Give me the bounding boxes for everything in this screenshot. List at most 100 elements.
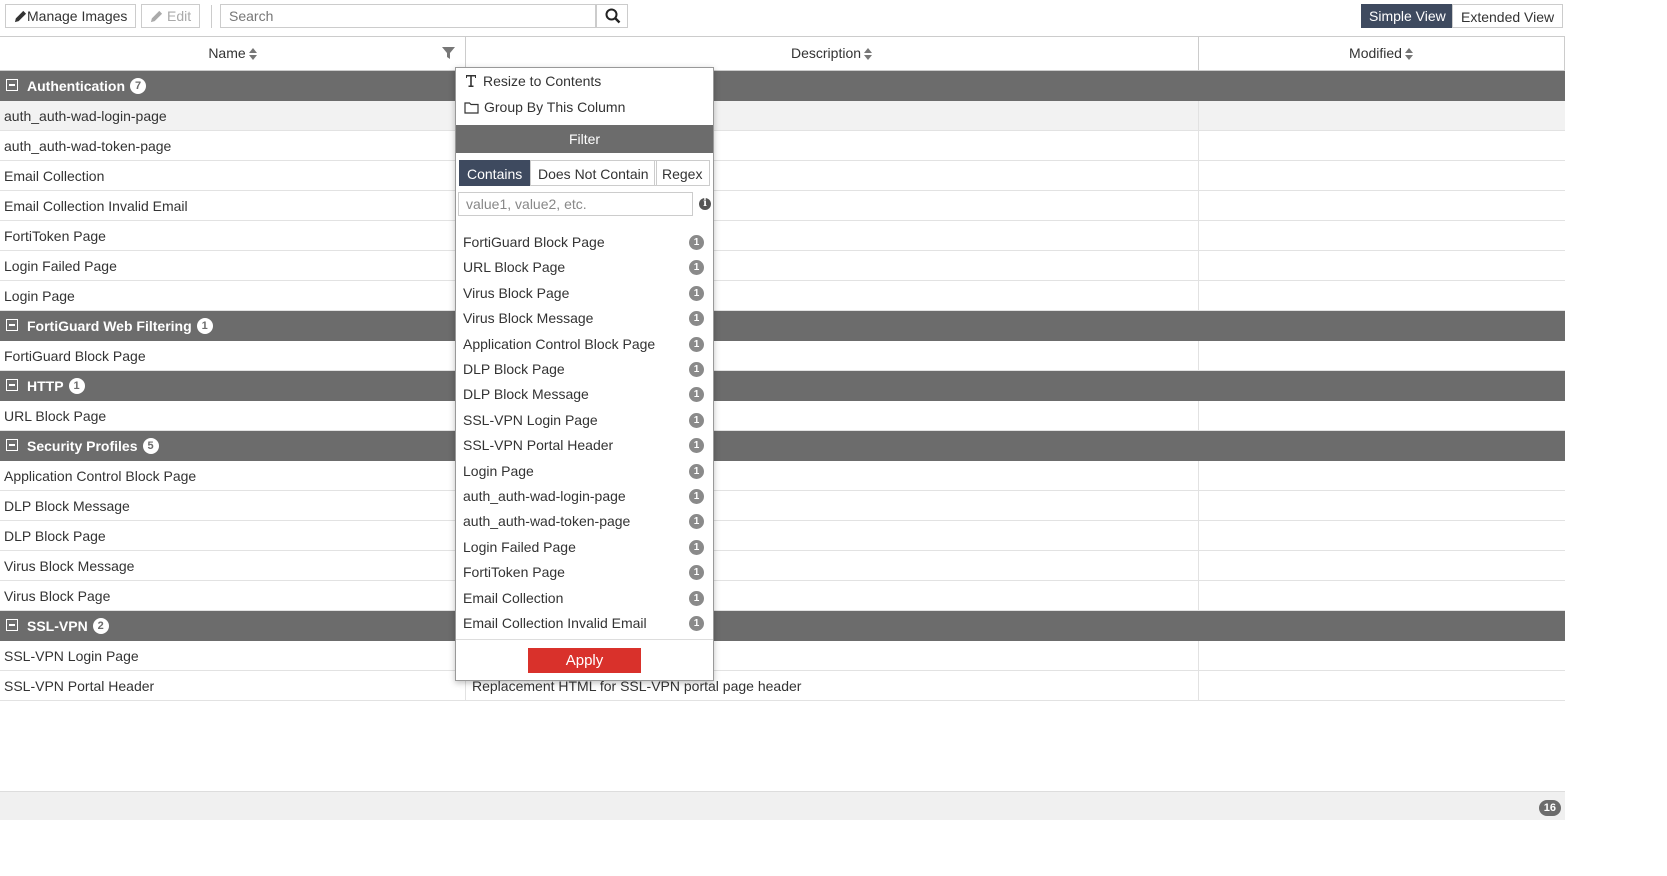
group-label: Security Profiles (27, 438, 138, 454)
column-description-label: Description (790, 45, 862, 61)
apply-button[interactable]: Apply (528, 648, 641, 673)
filter-value-label: auth_auth-wad-token-page (463, 513, 631, 530)
filter-value-count: 1 (689, 590, 704, 606)
info-icon[interactable]: i (699, 198, 711, 210)
name-cell: Application Control Block Page (4, 468, 197, 484)
table-row[interactable]: auth_auth-wad-login-page (0, 101, 1565, 131)
table-row[interactable]: Virus Block Pagepage (0, 581, 1565, 611)
group-row[interactable]: FortiGuard Web Filtering 1 (0, 311, 1565, 341)
filter-value-item[interactable]: auth_auth-wad-token-page 1 (456, 509, 713, 534)
filter-value-item[interactable]: FortiGuard Block Page 1 (456, 230, 713, 255)
filter-value-item[interactable]: Email Collection 1 (456, 586, 713, 611)
collapse-icon[interactable] (6, 379, 18, 391)
filter-value-item[interactable]: auth_auth-wad-login-page 1 (456, 484, 713, 509)
group-label: HTTP (27, 378, 64, 394)
filter-values-input[interactable] (458, 192, 693, 216)
tab-regex[interactable]: Regex (654, 160, 711, 186)
edit-button[interactable]: Edit (141, 4, 201, 28)
filter-value-label: DLP Block Message (463, 386, 589, 403)
collapse-icon[interactable] (6, 619, 18, 631)
modified-cell (1198, 581, 1564, 610)
filter-value-count: 1 (689, 463, 704, 479)
modified-cell (1198, 521, 1564, 550)
total-count-badge: 16 (1538, 800, 1561, 816)
filter-value-label: SSL-VPN Portal Header (463, 437, 614, 454)
modified-cell (1198, 401, 1564, 430)
filter-value-item[interactable]: Virus Block Message 1 (456, 306, 713, 331)
group-title: FortiGuard Web Filtering 1 (27, 311, 213, 341)
filter-value-count: 1 (689, 362, 704, 377)
filter-value-count: 1 (689, 387, 704, 403)
column-modified-label: Modified (1349, 45, 1402, 61)
group-row[interactable]: HTTP 1 (0, 371, 1565, 401)
filter-value-item[interactable]: Virus Block Page 1 (456, 281, 713, 306)
edit-label: Edit (167, 8, 192, 24)
tab-contains[interactable]: Contains (459, 160, 531, 186)
collapse-icon[interactable] (6, 439, 18, 451)
search-button[interactable] (596, 4, 628, 28)
table-row[interactable]: DLP Block Page (0, 521, 1565, 551)
name-cell: DLP Block Page (4, 528, 106, 544)
sort-icon[interactable] (248, 48, 257, 61)
table-row[interactable]: Login Failed Pagefailed page (0, 251, 1565, 281)
group-row[interactable]: SSL-VPN 2 (0, 611, 1565, 641)
column-header-modified[interactable]: Modified (1198, 37, 1565, 70)
filter-value-count: 1 (689, 412, 704, 428)
manage-images-button[interactable]: Manage Images (5, 4, 137, 28)
column-header-description[interactable]: Description (465, 37, 1199, 70)
collapse-icon[interactable] (6, 319, 18, 331)
table-row[interactable]: auth_auth-wad-token-page (0, 131, 1565, 161)
table-row[interactable]: SSL-VPN Login Pageage (0, 641, 1565, 671)
name-cell: auth_auth-wad-token-page (4, 138, 172, 154)
filter-value-item[interactable]: Email Collection Invalid Email 1 (456, 611, 713, 636)
tab-does-not-contain[interactable]: Does Not Contain (530, 160, 657, 186)
pencil-icon (14, 10, 27, 22)
search-input[interactable] (220, 4, 596, 28)
filter-value-label: DLP Block Page (463, 361, 565, 377)
filter-value-label: FortiToken Page (463, 564, 565, 581)
table-row[interactable]: Virus Block Messagessage (0, 551, 1565, 581)
name-cell: URL Block Page (4, 408, 107, 424)
table-row[interactable]: FortiGuard Block Pageb Filter block page (0, 341, 1565, 371)
table-row[interactable]: FortiToken Pageentication page (0, 221, 1565, 251)
group-title: Authentication 7 (27, 71, 146, 101)
filter-value-item[interactable]: FortiToken Page 1 (456, 560, 713, 585)
filter-value-item[interactable]: DLP Block Message 1 (456, 382, 713, 407)
column-name-label: Name (208, 45, 246, 61)
table-row[interactable]: Login Pagelogin page (0, 281, 1565, 311)
table-row[interactable]: SSL-VPN Portal Header Replacement HTML fo… (0, 671, 1565, 701)
extended-view-button[interactable]: Extended View (1452, 4, 1564, 28)
group-by-column-item[interactable]: Group By This Column (464, 94, 625, 120)
table-row[interactable]: Application Control Block Pagetrol block… (0, 461, 1565, 491)
filter-value-item[interactable]: SSL-VPN Portal Header 1 (456, 433, 713, 458)
filter-value-item[interactable]: DLP Block Page 1 (456, 357, 713, 382)
table-row[interactable]: Email Collection Invalid Email page afte… (0, 191, 1565, 221)
sort-icon[interactable] (1404, 48, 1413, 61)
resize-to-contents-item[interactable]: Resize to Contents (464, 68, 601, 94)
filter-value-item[interactable]: Application Control Block Page 1 (456, 332, 713, 357)
filter-value-item[interactable]: Login Failed Page 1 (456, 535, 713, 560)
resize-label: Resize to Contents (483, 73, 602, 89)
modified-cell (1198, 221, 1564, 250)
filter-value-label: Application Control Block Page (463, 335, 656, 352)
filter-value-label: Email Collection (463, 589, 564, 606)
table-row[interactable]: URL Block Pageked page (0, 401, 1565, 431)
table-row[interactable]: DLP Block Messagee (0, 491, 1565, 521)
filter-value-item[interactable]: URL Block Page 1 (456, 255, 713, 280)
table-row[interactable]: Email Collection page (0, 161, 1565, 191)
search-icon (605, 8, 621, 24)
name-cell: Login Page (4, 288, 75, 304)
collapse-icon[interactable] (6, 79, 18, 91)
filter-value-label: Login Failed Page (463, 538, 576, 555)
popup-divider (456, 639, 713, 640)
filter-value-item[interactable]: SSL-VPN Login Page 1 (456, 408, 713, 433)
filter-icon[interactable] (442, 47, 455, 60)
table-header: Name Description Modified (0, 36, 1565, 71)
column-header-name[interactable]: Name (0, 37, 466, 70)
filter-value-item[interactable]: Login Page 1 (456, 459, 713, 484)
group-row[interactable]: Security Profiles 5 (0, 431, 1565, 461)
group-row[interactable]: Authentication 7 (0, 71, 1565, 101)
sort-icon[interactable] (864, 48, 873, 61)
simple-view-button[interactable]: Simple View (1361, 4, 1454, 28)
filter-value-count: 1 (689, 514, 704, 530)
